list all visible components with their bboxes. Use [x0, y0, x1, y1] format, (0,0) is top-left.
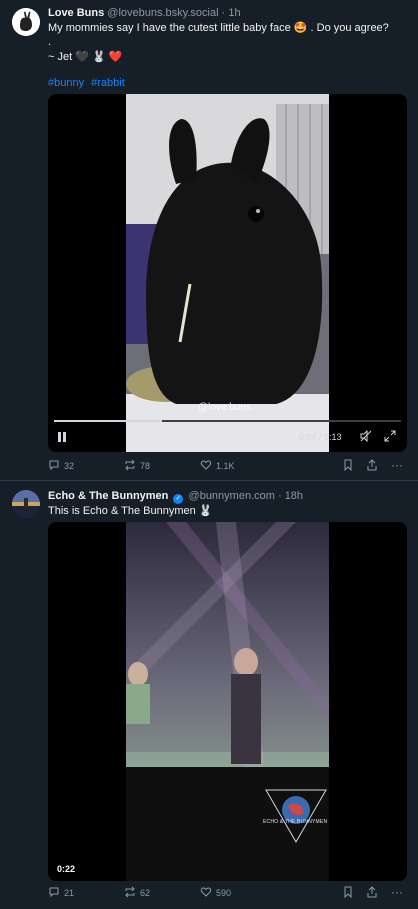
author-name[interactable]: Love Buns	[48, 7, 104, 19]
post-text-line: My mommies say I have the cutest little …	[48, 22, 389, 34]
post-time[interactable]: · 1h	[222, 7, 241, 19]
repost-count: 62	[140, 888, 151, 898]
speech-bubble-icon	[48, 459, 60, 473]
video-time: 0:04 / 0:13	[299, 432, 342, 442]
post-text-line: .	[48, 36, 52, 48]
reply-count: 21	[64, 888, 75, 898]
post-text-line: This is Echo & The Bunnymen 🐰	[48, 505, 213, 517]
author-handle[interactable]: @bunnymen.com	[189, 490, 275, 502]
heart-icon	[200, 886, 212, 900]
reply-button[interactable]: 32	[48, 459, 74, 473]
avatar-love-buns[interactable]	[12, 8, 40, 36]
hashtag-link[interactable]: #rabbit	[91, 77, 125, 89]
ellipsis-icon[interactable]: ···	[391, 886, 403, 898]
ellipsis-icon[interactable]: ···	[391, 459, 403, 471]
repost-count: 78	[140, 461, 151, 471]
pause-icon[interactable]	[57, 431, 67, 445]
heart-icon	[200, 459, 212, 473]
like-button[interactable]: 590	[200, 886, 231, 900]
author-name[interactable]: Echo & The Bunnymen	[48, 490, 168, 502]
author-handle[interactable]: @lovebuns.bsky.social	[107, 7, 218, 19]
post-echo-bunnymen[interactable]: Echo & The Bunnymen ✓ @bunnymen.com · 18…	[0, 480, 418, 909]
video-duration: 0:22	[57, 864, 76, 874]
post-tags: #bunny #rabbit	[48, 76, 129, 90]
share-icon[interactable]	[366, 886, 378, 898]
bookmark-icon[interactable]	[342, 459, 354, 471]
hashtag-link[interactable]: #bunny	[48, 77, 84, 89]
reply-button[interactable]: 21	[48, 886, 74, 900]
speech-bubble-icon	[48, 886, 60, 900]
post-time[interactable]: · 18h	[278, 490, 303, 502]
like-count: 590	[216, 888, 232, 898]
video-progress-bar[interactable]	[54, 420, 401, 422]
verified-badge-icon: ✓	[173, 494, 184, 504]
post-actions: 32 78 1.1K ···	[48, 459, 407, 475]
video-player[interactable]: ECHO & THE BUNNYMEN 0:22	[48, 522, 407, 881]
bookmark-icon[interactable]	[342, 886, 354, 898]
video-watermark: @love.buns	[198, 402, 251, 413]
post-actions: 21 62 590 ···	[48, 886, 407, 902]
post-header: Echo & The Bunnymen ✓ @bunnymen.com · 18…	[48, 489, 303, 504]
mute-icon[interactable]	[360, 429, 372, 444]
avatar-echo-bunnymen[interactable]	[12, 490, 40, 518]
post-text-line: ~ Jet 🖤 🐰 ❤️	[48, 51, 123, 63]
video-frame[interactable]	[126, 94, 329, 452]
post-love-buns[interactable]: Love Buns @lovebuns.bsky.social · 1h My …	[0, 0, 418, 480]
share-icon[interactable]	[366, 459, 378, 471]
repost-button[interactable]: 78	[124, 459, 150, 473]
like-count: 1.1K	[216, 461, 235, 471]
repost-arrows-icon	[124, 886, 136, 900]
band-logo-text: ECHO & THE BUNNYMEN	[263, 819, 328, 825]
repost-button[interactable]: 62	[124, 886, 150, 900]
video-progress-fill	[54, 420, 162, 422]
repost-arrows-icon	[124, 459, 136, 473]
video-player[interactable]: @love.buns 0:04 / 0:13	[48, 94, 407, 452]
video-frame[interactable]	[126, 522, 329, 881]
reply-count: 32	[64, 461, 75, 471]
post-header: Love Buns @lovebuns.bsky.social · 1h	[48, 6, 241, 20]
like-button[interactable]: 1.1K	[200, 459, 235, 473]
fullscreen-icon[interactable]	[384, 430, 396, 444]
